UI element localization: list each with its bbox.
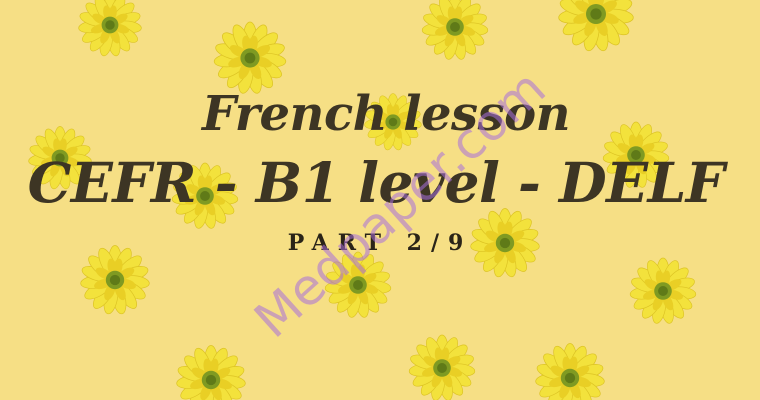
lesson-banner: French lesson CEFR - B1 level - DELF PAR… [0,0,760,400]
flower [175,344,247,400]
flower [534,342,606,400]
flower [77,0,143,58]
flower [407,334,477,400]
flower [557,0,635,53]
flower [420,0,490,62]
title-line-1: French lesson [201,86,571,142]
flower [628,257,698,326]
flower [212,21,288,96]
